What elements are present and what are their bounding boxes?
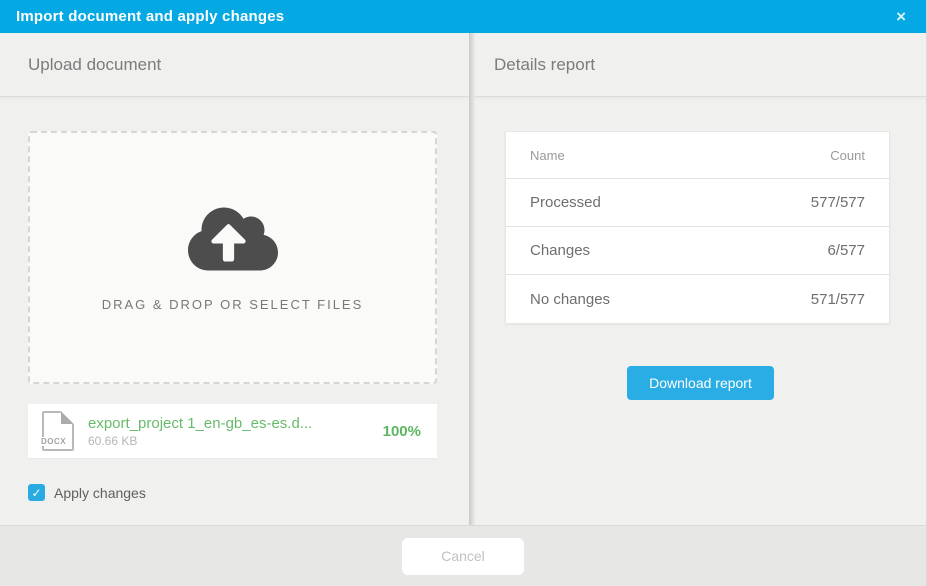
download-report-button[interactable]: Download report xyxy=(627,366,774,400)
download-button-wrap: Download report xyxy=(475,366,926,400)
report-table: Name Count Processed 577/577 Changes 6/5… xyxy=(505,131,890,324)
cloud-upload-icon xyxy=(185,203,281,275)
file-size: 60.66 KB xyxy=(88,434,371,448)
upload-panel-content: DRAG & DROP OR SELECT FILES DOCX export_… xyxy=(0,97,469,525)
row-name: Changes xyxy=(530,242,590,259)
upload-progress: 100% xyxy=(383,423,421,440)
uploaded-file-row: DOCX export_project 1_en-gb_es-es.d... 6… xyxy=(28,404,437,458)
row-name: No changes xyxy=(530,291,610,308)
column-name: Name xyxy=(530,148,565,163)
column-count: Count xyxy=(830,148,865,163)
modal-titlebar: Import document and apply changes × xyxy=(0,0,926,33)
apply-changes-label: Apply changes xyxy=(54,485,146,501)
details-panel-content: Name Count Processed 577/577 Changes 6/5… xyxy=(475,97,926,525)
apply-changes-row[interactable]: ✓ Apply changes xyxy=(28,484,441,501)
cancel-button[interactable]: Cancel xyxy=(402,538,524,575)
modal-footer: Cancel xyxy=(0,525,926,586)
row-count: 577/577 xyxy=(811,194,865,211)
upload-section-title: Upload document xyxy=(28,55,161,75)
row-count: 571/577 xyxy=(811,291,865,308)
modal-title: Import document and apply changes xyxy=(16,8,284,25)
table-row-processed: Processed 577/577 xyxy=(506,179,889,227)
modal-body: Upload document DRAG & DROP OR SELECT FI… xyxy=(0,33,926,525)
file-icon-fold xyxy=(61,411,74,424)
close-icon[interactable]: × xyxy=(892,6,910,27)
row-count: 6/577 xyxy=(827,242,865,259)
report-table-header: Name Count xyxy=(506,132,889,179)
dropzone-label: DRAG & DROP OR SELECT FILES xyxy=(102,297,364,312)
details-panel: Details report Name Count Processed 577/… xyxy=(475,33,926,525)
table-row-no-changes: No changes 571/577 xyxy=(506,275,889,323)
row-name: Processed xyxy=(530,194,601,211)
details-section-header: Details report xyxy=(475,33,926,97)
docx-file-icon: DOCX xyxy=(42,411,74,451)
upload-section-header: Upload document xyxy=(0,33,469,97)
apply-changes-checkbox[interactable]: ✓ xyxy=(28,484,45,501)
details-section-title: Details report xyxy=(494,55,595,75)
file-extension-label: DOCX xyxy=(40,437,67,446)
upload-panel: Upload document DRAG & DROP OR SELECT FI… xyxy=(0,33,469,525)
file-name[interactable]: export_project 1_en-gb_es-es.d... xyxy=(88,415,371,432)
table-row-changes: Changes 6/577 xyxy=(506,227,889,275)
import-document-modal: Import document and apply changes × Uplo… xyxy=(0,0,927,586)
file-meta: export_project 1_en-gb_es-es.d... 60.66 … xyxy=(88,415,371,448)
file-dropzone[interactable]: DRAG & DROP OR SELECT FILES xyxy=(28,131,437,384)
